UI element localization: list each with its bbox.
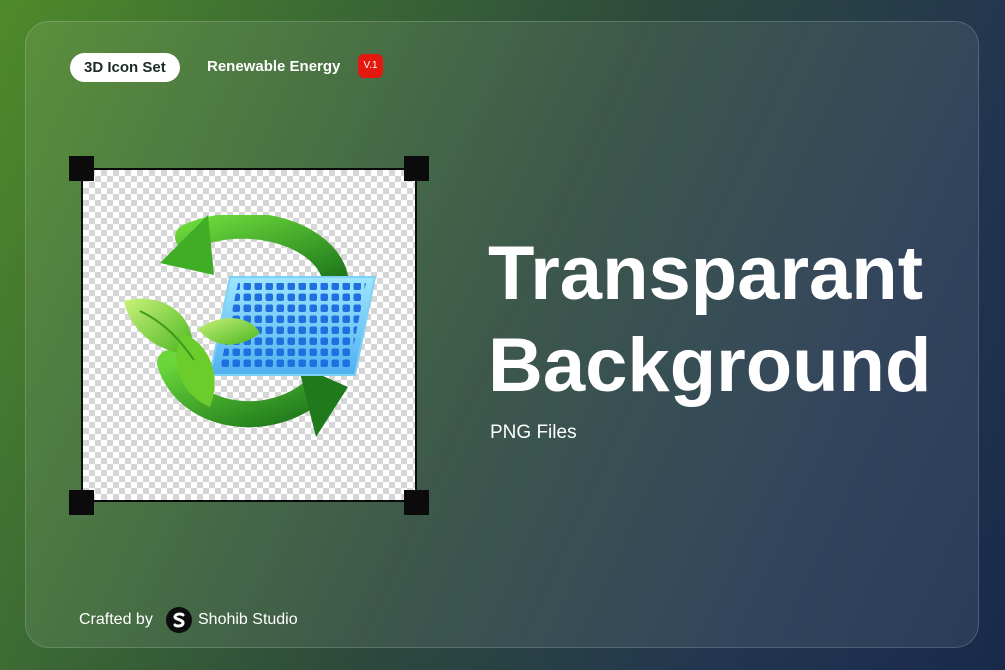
resize-handle-top-left[interactable] xyxy=(69,156,94,181)
version-badge: V.1 xyxy=(358,54,383,78)
hero-title-line-1: Transparant xyxy=(488,231,924,316)
resize-handle-top-right[interactable] xyxy=(404,156,429,181)
resize-handle-bottom-left[interactable] xyxy=(69,490,94,515)
hero-title: Transparant Background xyxy=(488,228,931,412)
renewable-energy-icon xyxy=(124,215,377,437)
studio-name: Shohib Studio xyxy=(198,611,298,628)
hero-title-line-2: Background xyxy=(488,323,932,408)
hero-subtitle: PNG Files xyxy=(490,422,577,443)
icon-set-badge: 3D Icon Set xyxy=(70,53,180,82)
series-name: Renewable Energy xyxy=(207,58,341,75)
studio-logo-icon xyxy=(166,607,192,633)
resize-handle-bottom-right[interactable] xyxy=(404,490,429,515)
crafted-by-label: Crafted by xyxy=(79,611,153,628)
